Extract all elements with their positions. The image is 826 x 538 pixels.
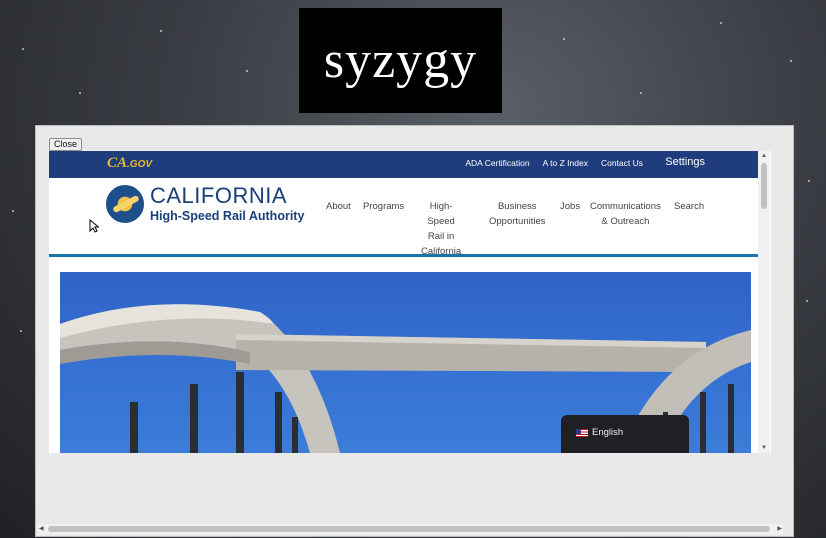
cagov-logo[interactable]: CA.GOV: [107, 155, 152, 172]
site-header: CALIFORNIA High-Speed Rail Authority Abo…: [49, 178, 761, 257]
brand-title[interactable]: CALIFORNIA: [150, 183, 287, 209]
brand-subtitle[interactable]: High-Speed Rail Authority: [150, 209, 304, 223]
us-flag-icon: [576, 429, 588, 437]
nav-about[interactable]: About: [326, 199, 351, 214]
horizontal-scroll-thumb[interactable]: [48, 526, 770, 532]
horizontal-scrollbar[interactable]: ◀ ▶: [38, 524, 783, 534]
nav-jobs[interactable]: Jobs: [560, 199, 580, 214]
popup-window: Close CA.GOV ADA Certification A to Z In…: [35, 125, 794, 537]
nav-programs[interactable]: Programs: [363, 199, 404, 214]
nav-jobs-label: Jobs: [560, 201, 581, 212]
nav-business-line2: Opportunities: [489, 216, 546, 227]
nav-search-label: Search: [674, 201, 705, 212]
syzygy-logo: syzygy: [299, 8, 502, 113]
language-label: English: [592, 427, 624, 438]
nav-communications[interactable]: Communications & Outreach: [590, 199, 661, 229]
logo-text: syzygy: [323, 32, 478, 89]
nav-comm-line1: Communications: [590, 201, 661, 212]
scroll-left-icon[interactable]: ◀: [39, 525, 44, 532]
cagov-suffix: .GOV: [127, 159, 153, 170]
nav-programs-label: Programs: [363, 201, 405, 212]
nav-high-speed-rail[interactable]: High-Speed Rail in California: [421, 199, 461, 259]
header-rule: [49, 254, 761, 257]
nav-hsr-line2: Rail in: [427, 231, 455, 242]
a-to-z-index-link[interactable]: A to Z Index: [543, 158, 588, 168]
cagov-mark: CA: [107, 155, 128, 171]
mouse-cursor-icon: [89, 219, 99, 233]
scroll-down-icon[interactable]: ▼: [761, 445, 767, 451]
close-button[interactable]: Close: [49, 138, 83, 151]
nav-about-label: About: [326, 201, 351, 212]
embedded-page: CA.GOV ADA Certification A to Z Index Co…: [49, 151, 771, 453]
nav-business-opportunities[interactable]: Business Opportunities: [489, 199, 546, 229]
hsr-logo-icon[interactable]: [106, 185, 144, 223]
frame-vertical-scrollbar[interactable]: ▲ ▼: [758, 151, 770, 453]
settings-link[interactable]: Settings: [665, 156, 705, 168]
scroll-right-icon[interactable]: ▶: [777, 525, 782, 532]
utility-bar: CA.GOV ADA Certification A to Z Index Co…: [49, 151, 761, 178]
language-selector[interactable]: English: [561, 415, 689, 453]
contact-us-link[interactable]: Contact Us: [601, 158, 643, 168]
nav-business-line1: Business: [497, 201, 537, 212]
ada-certification-link[interactable]: ADA Certification: [465, 158, 529, 168]
nav-search[interactable]: Search: [674, 199, 704, 214]
nav-hsr-line1: High-Speed: [427, 201, 455, 227]
nav-comm-line2: & Outreach: [601, 216, 650, 227]
frame-scroll-thumb[interactable]: [761, 163, 767, 209]
scroll-up-icon[interactable]: ▲: [761, 153, 767, 159]
